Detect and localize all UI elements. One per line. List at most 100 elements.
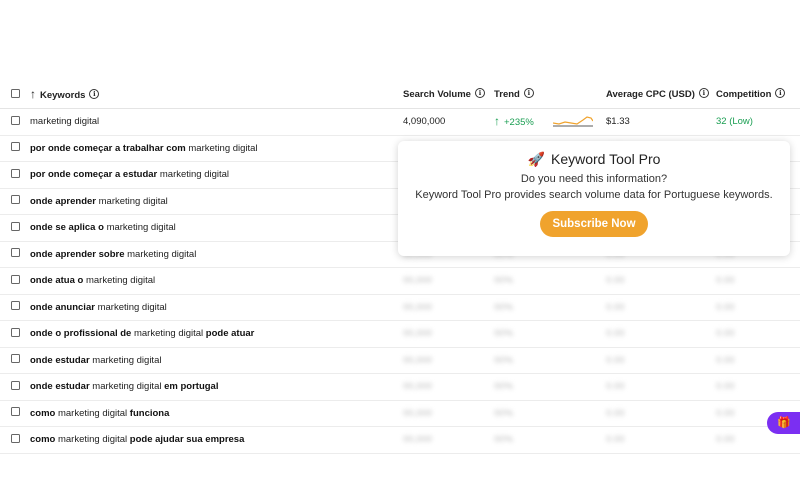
competition-value: 0.00 [716, 354, 735, 366]
trend-value: 00% [494, 354, 514, 366]
cpc-value: 0.00 [606, 275, 625, 286]
sort-up-arrow-icon[interactable]: ↑ [30, 87, 36, 101]
keyword-part: marketing digital [92, 354, 162, 366]
popup-description: Keyword Tool Pro provides search volume … [415, 189, 773, 201]
trend-up-arrow-icon: ↑ [494, 114, 500, 128]
keywords-header-label: Keywords [40, 90, 86, 101]
row-checkbox[interactable] [11, 427, 20, 452]
competition-header-label: Competition [716, 89, 772, 100]
trend-value: 00% [494, 434, 514, 445]
table-row: onde estudar marketing digital 00,000 00% 0… [0, 348, 800, 374]
row-checkbox[interactable] [11, 348, 20, 373]
table-row: onde estudar marketing digital em portug… [0, 374, 800, 401]
keyword-cell[interactable]: onde atua o marketing digital [30, 268, 155, 293]
select-all-checkbox[interactable] [11, 82, 20, 107]
popup-question: Do you need this information? [520, 173, 668, 185]
search-volume-value: 00,000 [403, 434, 433, 445]
cpc-value: 0.00 [606, 407, 625, 419]
competition-value: 0.00 [716, 407, 735, 419]
trend-percent: +235% [504, 117, 534, 128]
row-checkbox[interactable] [11, 242, 20, 267]
trend-cell: ↑ +235% [494, 109, 593, 135]
info-icon[interactable]: i [775, 88, 786, 99]
keyword-part: marketing digital [188, 142, 258, 154]
trend-sparkline [553, 116, 593, 127]
keywords-column-header[interactable]: ↑ Keywords i [30, 82, 100, 108]
cpc-header-label: Average CPC (USD) [606, 89, 695, 100]
keyword-part: marketing digital [92, 381, 165, 392]
row-checkbox[interactable] [11, 162, 20, 187]
competition-value: 0.00 [716, 301, 735, 313]
row-checkbox[interactable] [11, 401, 20, 426]
keyword-part: onde aprender [30, 195, 99, 207]
row-checkbox[interactable] [11, 136, 20, 161]
info-icon[interactable]: i [474, 88, 485, 99]
cpc-value: $1.33 [606, 116, 630, 127]
popup-title-text: Keyword Tool Pro [550, 151, 661, 167]
keyword-cell[interactable]: por onde começar a estudar marketing dig… [30, 162, 229, 187]
search-volume-header-label: Search Volume [403, 89, 471, 100]
cpc-value: 0.00 [606, 301, 625, 313]
trend-header-label: Trend [494, 89, 520, 100]
keyword-cell[interactable]: marketing digital [30, 109, 99, 134]
keyword-part: pode atuar [205, 328, 255, 339]
info-icon[interactable]: i [523, 88, 534, 99]
row-checkbox[interactable] [11, 268, 20, 293]
keyword-cell[interactable]: onde estudar marketing digital em portug… [30, 374, 218, 399]
row-checkbox[interactable] [11, 321, 20, 346]
floating-gift-button[interactable]: 🎁 [767, 412, 800, 434]
search-volume-value: 00,000 [403, 275, 433, 286]
keyword-part: onde estudar [30, 354, 93, 366]
trend-value: 00% [494, 407, 514, 419]
trend-value: 00% [494, 381, 514, 392]
keyword-cell[interactable]: onde o profissional de marketing digital… [30, 321, 254, 346]
competition-value: 0.00 [716, 328, 735, 339]
trend-column-header[interactable]: Trend i [494, 82, 534, 107]
competition-column-header[interactable]: Competition i [716, 82, 786, 107]
trend-value: 00% [494, 275, 514, 286]
keyword-cell[interactable]: como marketing digital funciona [30, 401, 169, 426]
info-icon[interactable]: i [89, 89, 100, 100]
cpc-value: 0.00 [606, 328, 625, 339]
popup-title: 🚀 Keyword Tool Pro [398, 151, 790, 168]
competition-value: 0.00 [716, 275, 735, 286]
row-checkbox[interactable] [11, 109, 20, 134]
keyword-part: marketing digital [133, 328, 206, 339]
keyword-part: onde aprender sobre [30, 248, 128, 260]
table-row: onde anunciar marketing digital 00,000 00%… [0, 295, 800, 321]
row-checkbox[interactable] [11, 215, 20, 240]
keyword-cell[interactable]: onde estudar marketing digital [30, 348, 161, 373]
competition-value: 32 (Low) [716, 116, 753, 127]
row-checkbox[interactable] [11, 374, 20, 399]
keyword-cell[interactable]: onde aprender marketing digital [30, 189, 168, 214]
keyword-part: onde atua o [30, 275, 86, 286]
search-volume-value: 00,000 [403, 301, 433, 313]
keyword-cell[interactable]: por onde começar a trabalhar com marketi… [30, 136, 258, 161]
cpc-value: 0.00 [606, 354, 625, 366]
keyword-part: marketing digital [97, 301, 167, 313]
search-volume-column-header[interactable]: Search Volume i [403, 82, 485, 107]
keyword-part: funciona [129, 407, 170, 419]
table-row: onde o profissional de marketing digital… [0, 321, 800, 348]
trend-value: 00% [494, 328, 514, 339]
keyword-part: onde anunciar [30, 301, 98, 313]
keyword-cell[interactable]: como marketing digital pode ajudar sua e… [30, 427, 244, 452]
cpc-value: 0.00 [606, 434, 625, 445]
keyword-part: em portugal [164, 381, 219, 392]
keyword-part: onde se aplica o [30, 222, 107, 233]
keyword-cell[interactable]: onde aprender sobre marketing digital [30, 242, 196, 267]
keyword-part: onde o profissional de [30, 328, 134, 339]
search-volume-value: 00,000 [403, 407, 433, 419]
row-checkbox[interactable] [11, 295, 20, 320]
table-row: como marketing digital pode ajudar sua e… [0, 427, 800, 454]
row-checkbox[interactable] [11, 189, 20, 214]
cpc-column-header[interactable]: Average CPC (USD) i [606, 82, 709, 107]
table-header: ↑ Keywords i Search Volume i Trend i Average… [0, 82, 800, 109]
keyword-part: por onde começar a trabalhar com [30, 142, 189, 154]
keyword-part: marketing digital [159, 169, 230, 180]
keyword-part: onde estudar [30, 381, 93, 392]
keyword-cell[interactable]: onde se aplica o marketing digital [30, 215, 176, 240]
keyword-cell[interactable]: onde anunciar marketing digital [30, 295, 167, 320]
subscribe-now-button[interactable]: Subscribe Now [540, 211, 648, 237]
info-icon[interactable]: i [698, 88, 709, 99]
